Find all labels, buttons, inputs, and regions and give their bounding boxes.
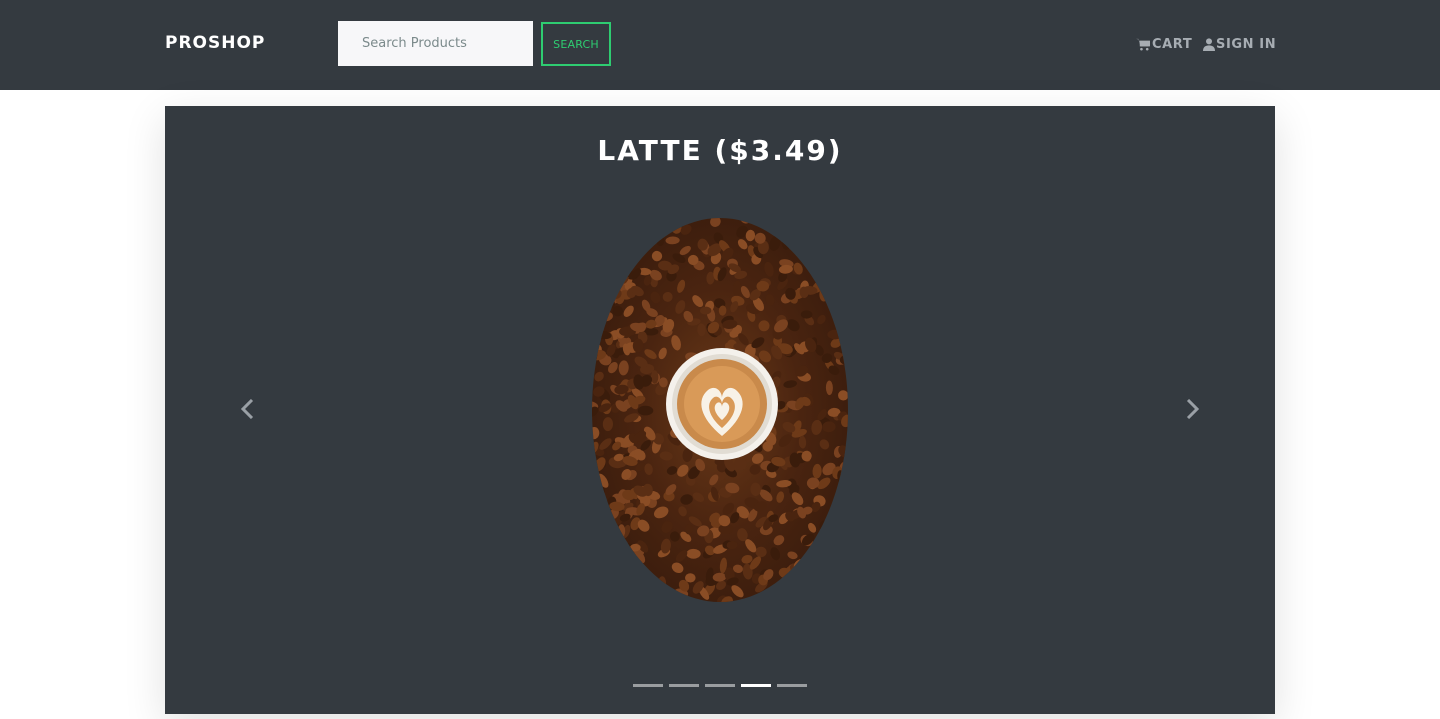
search-button[interactable]: SEARCH: [541, 22, 611, 66]
carousel-next-button[interactable]: [1177, 396, 1207, 426]
slide-title[interactable]: LATTE ($3.49): [165, 134, 1275, 167]
nav-signin-label: SIGN IN: [1216, 36, 1277, 52]
carousel-indicators: [165, 684, 1275, 690]
carousel-indicator[interactable]: [705, 684, 735, 687]
chevron-left-icon: [240, 398, 255, 423]
chevron-right-icon: [1185, 398, 1200, 423]
nav-cart-link[interactable]: CART: [1136, 35, 1192, 53]
carousel-prev-button[interactable]: [233, 396, 263, 426]
search-input[interactable]: [338, 21, 533, 66]
brand-logo[interactable]: PROSHOP: [165, 33, 265, 53]
carousel-indicator[interactable]: [633, 684, 663, 687]
nav-cart-label: CART: [1152, 36, 1193, 52]
product-carousel: LATTE ($3.49): [165, 106, 1275, 714]
product-image[interactable]: [592, 218, 848, 602]
nav-signin-link[interactable]: SIGN IN: [1203, 35, 1276, 53]
cart-icon: [1136, 38, 1151, 51]
carousel-indicator[interactable]: [777, 684, 807, 687]
carousel-indicator[interactable]: [669, 684, 699, 687]
carousel-indicator[interactable]: [741, 684, 771, 687]
user-icon: [1203, 37, 1215, 51]
navbar: PROSHOP SEARCH CART SIGN IN: [0, 0, 1440, 90]
